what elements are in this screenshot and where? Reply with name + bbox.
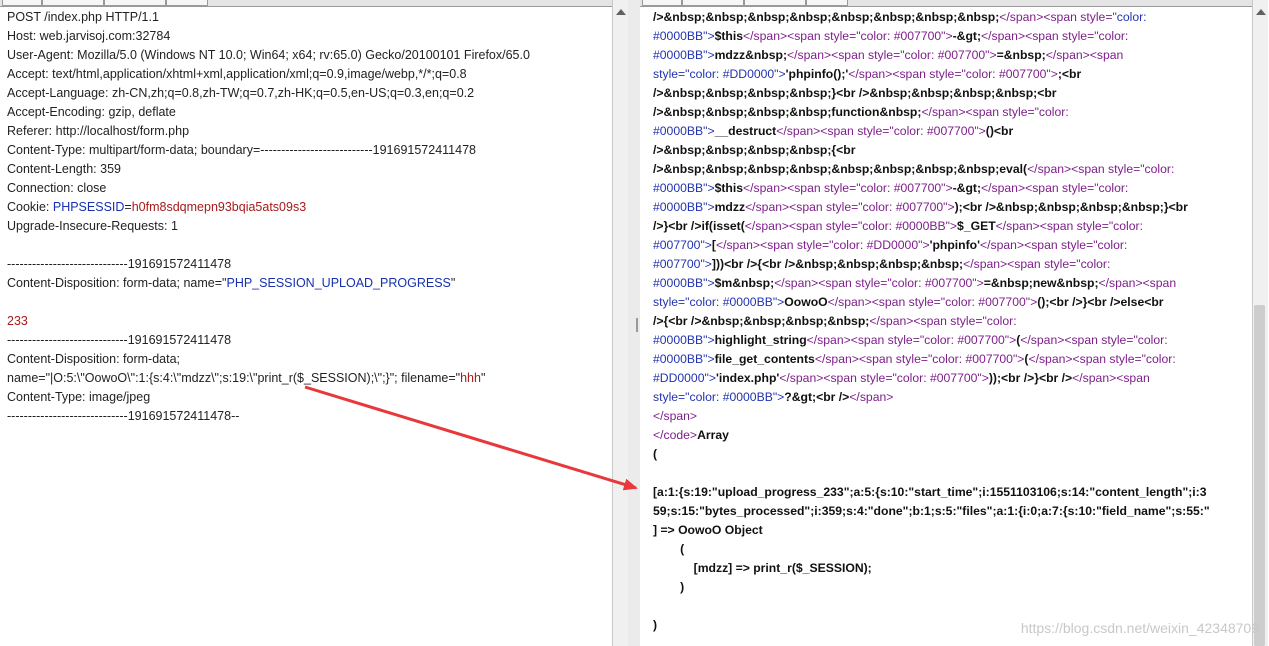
watermark: https://blog.csdn.net/weixin_42348709: [1020, 620, 1259, 636]
arrow-shaft: [304, 385, 638, 491]
annotation-arrow: [304, 385, 638, 491]
